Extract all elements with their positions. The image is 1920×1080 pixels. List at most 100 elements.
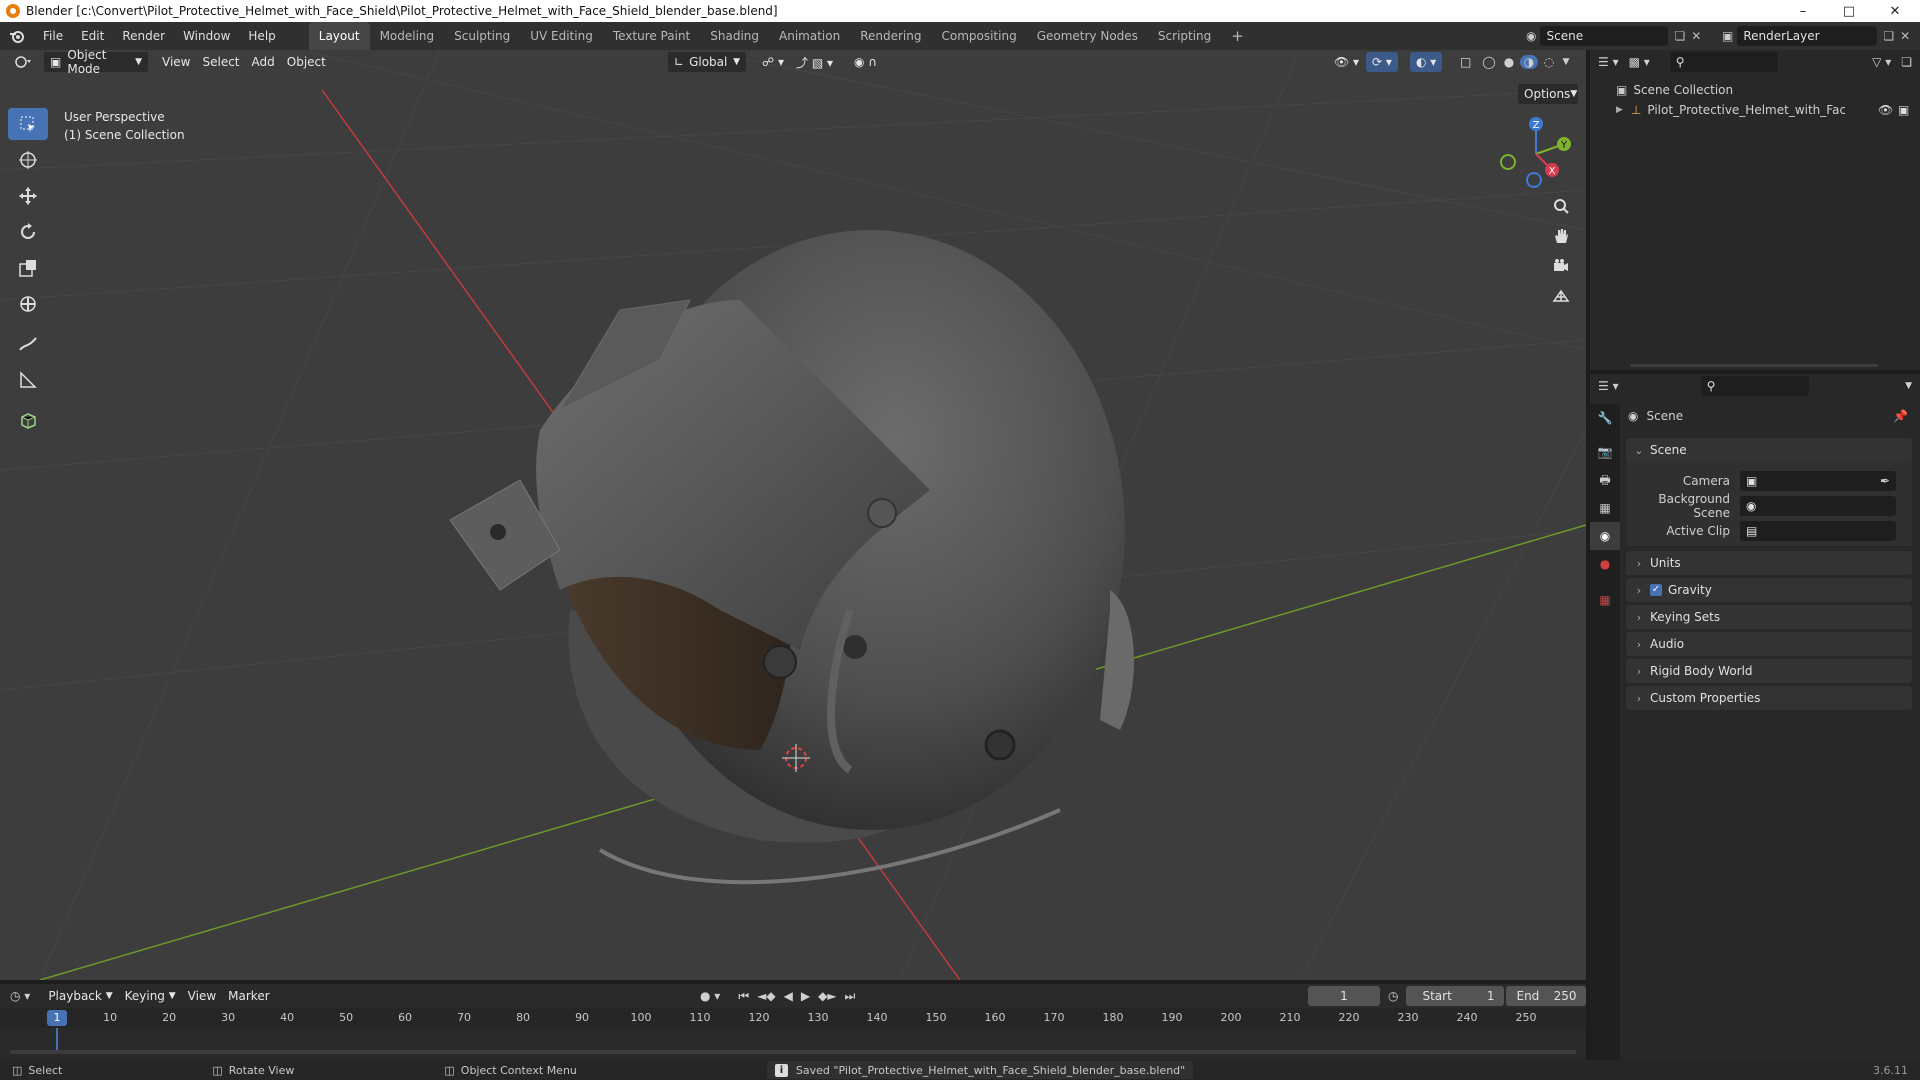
record-icon[interactable]: ● ▾ <box>700 989 720 1003</box>
rendered-shading-icon[interactable]: ◌ <box>1540 55 1558 69</box>
xray-toggle-icon[interactable]: □ <box>1454 52 1477 72</box>
editor-type-icon[interactable] <box>8 52 38 72</box>
panel-keying-sets[interactable]: › Keying Sets <box>1626 605 1912 629</box>
timeline-scrollbar[interactable] <box>10 1050 1576 1054</box>
clock-icon[interactable]: ◷ <box>1388 989 1398 1003</box>
delete-render-layer-icon[interactable]: ✕ <box>1900 29 1910 43</box>
play-reverse-icon[interactable]: ◀ <box>784 989 793 1003</box>
camera-view-icon[interactable] <box>1546 252 1576 280</box>
mode-dropdown[interactable]: ▣ Object Mode ▼ <box>44 48 148 76</box>
pin-icon[interactable]: 📌 <box>1893 409 1908 423</box>
tab-sculpting[interactable]: Sculpting <box>444 22 520 50</box>
select-menu[interactable]: Select <box>196 52 245 72</box>
eyedropper-icon[interactable]: ✒ <box>1880 474 1890 488</box>
panel-scene[interactable]: ⌄ Scene <box>1626 438 1912 462</box>
object-menu[interactable]: Object <box>281 52 332 72</box>
menu-file[interactable]: File <box>34 22 72 50</box>
prev-keyframe-icon[interactable]: ◄◆ <box>757 989 775 1003</box>
ortho-grid-icon[interactable] <box>1546 282 1576 310</box>
render-layer-field[interactable]: RenderLayer <box>1737 26 1878 46</box>
timeline-view-menu[interactable]: View <box>182 986 222 1006</box>
tab-shading[interactable]: Shading <box>700 22 769 50</box>
camera-render-icon[interactable]: ▣ <box>1898 103 1909 117</box>
snap-icon[interactable]: ⤴ ▧ ▾ <box>790 52 839 72</box>
3d-viewport[interactable]: User Perspective (1) Scene Collection Z … <box>0 50 1586 980</box>
tab-layout[interactable]: Layout <box>308 22 370 50</box>
play-icon[interactable]: ▶ <box>801 989 810 1003</box>
jump-start-icon[interactable]: ⏮ <box>738 989 749 1004</box>
output-tab-icon[interactable]: 🖶 <box>1590 466 1620 494</box>
add-cube-tool[interactable] <box>8 404 48 436</box>
menu-edit[interactable]: Edit <box>72 22 113 50</box>
tab-uv-editing[interactable]: UV Editing <box>520 22 603 50</box>
panel-custom-properties[interactable]: › Custom Properties <box>1626 686 1912 710</box>
filter-icon[interactable]: ▽ ▾ <box>1872 55 1891 69</box>
jump-end-icon[interactable]: ⏭ <box>845 989 856 1004</box>
camera-field[interactable]: ▣ ✒ <box>1740 471 1896 491</box>
marker-menu[interactable]: Marker <box>222 986 275 1006</box>
visibility-icon[interactable]: 👁 ▾ <box>1328 52 1365 72</box>
zoom-icon[interactable] <box>1546 192 1576 220</box>
tab-geometry-nodes[interactable]: Geometry Nodes <box>1027 22 1148 50</box>
panel-units[interactable]: › Units <box>1626 551 1912 575</box>
add-workspace-button[interactable]: + <box>1221 22 1254 50</box>
render-tab-icon[interactable]: 📷 <box>1590 438 1620 466</box>
navigation-gizmo[interactable]: Z Y X <box>1496 114 1576 194</box>
wireframe-shading-icon[interactable]: ◯ <box>1480 55 1498 69</box>
transform-orientation-dropdown[interactable]: ∟ Global ▼ <box>668 52 746 72</box>
tab-rendering[interactable]: Rendering <box>850 22 931 50</box>
panel-gravity[interactable]: › ✓ Gravity <box>1626 578 1912 602</box>
world-tab-icon[interactable]: ● <box>1590 550 1620 578</box>
scene-tab-icon[interactable]: ◉ <box>1590 522 1620 550</box>
options-dropdown[interactable]: Options ▼ <box>1518 84 1578 104</box>
view-layer-tab-icon[interactable]: ▦ <box>1590 494 1620 522</box>
texture-tab-icon[interactable]: ▦ <box>1590 586 1620 614</box>
menu-render[interactable]: Render <box>113 22 174 50</box>
active-clip-field[interactable]: ▤ <box>1740 521 1896 541</box>
keying-menu[interactable]: Keying ▼ <box>119 986 182 1006</box>
tab-scripting[interactable]: Scripting <box>1148 22 1221 50</box>
rotate-tool[interactable] <box>8 216 48 248</box>
frame-ruler[interactable]: 10 20 30 40 50 60 70 80 90 100 110 120 130 140 150 160 1… <box>0 1008 1586 1028</box>
annotate-tool[interactable] <box>8 328 48 360</box>
delete-scene-icon[interactable]: ✕ <box>1691 29 1701 43</box>
menu-help[interactable]: Help <box>239 22 284 50</box>
eye-visibility-icon[interactable]: 👁 <box>1878 103 1893 117</box>
tab-compositing[interactable]: Compositing <box>931 22 1026 50</box>
chevron-down-icon[interactable]: ▼ <box>1905 381 1912 391</box>
pivot-point-icon[interactable]: ☍ ▾ <box>756 52 790 72</box>
playback-menu[interactable]: Playback ▼ <box>42 986 118 1006</box>
properties-search-field[interactable]: ⚲ <box>1700 376 1809 396</box>
tab-animation[interactable]: Animation <box>769 22 850 50</box>
material-shading-icon[interactable]: ◑ <box>1520 55 1538 69</box>
panel-audio[interactable]: › Audio <box>1626 632 1912 656</box>
tab-modeling[interactable]: Modeling <box>370 22 445 50</box>
minimize-button[interactable]: – <box>1780 0 1826 22</box>
select-box-tool[interactable] <box>8 108 48 140</box>
gravity-checkbox[interactable]: ✓ <box>1650 584 1662 596</box>
outliner-row-scene-collection[interactable]: ▣ Scene Collection <box>1590 80 1920 100</box>
overlays-toggle-icon[interactable]: ◐ ▾ <box>1410 52 1443 72</box>
maximize-button[interactable]: □ <box>1826 0 1872 22</box>
transform-tool[interactable] <box>8 288 48 320</box>
outliner-row-helmet[interactable]: ▶ ⊥ Pilot_Protective_Helmet_with_Face_Sh… <box>1590 100 1920 120</box>
chevron-down-icon[interactable]: ▼ <box>1560 57 1572 67</box>
cursor-tool[interactable] <box>8 144 48 176</box>
blender-menu-icon[interactable] <box>0 29 34 43</box>
new-scene-icon[interactable]: ❏ <box>1674 29 1685 43</box>
render-layer-selector[interactable]: ▣ RenderLayer ❏ ✕ <box>1722 26 1910 46</box>
measure-tool[interactable] <box>8 364 48 396</box>
new-render-layer-icon[interactable]: ❏ <box>1883 29 1894 43</box>
scene-selector[interactable]: ◉ Scene ❏ ✕ <box>1526 26 1701 46</box>
proportional-edit-icon[interactable]: ◉ ∩ <box>848 52 883 72</box>
close-button[interactable]: ✕ <box>1872 0 1918 22</box>
new-collection-icon[interactable]: ❏ <box>1901 55 1912 69</box>
timeline-editor-icon[interactable]: ◷ ▾ <box>10 989 30 1003</box>
display-mode-icon[interactable]: ▩ ▾ <box>1629 55 1650 69</box>
properties-editor-icon[interactable]: ☰ ▾ <box>1598 379 1619 393</box>
outliner-search-field[interactable]: ⚲ <box>1669 52 1778 72</box>
status-report[interactable]: i Saved "Pilot_Protective_Helmet_with_Fa… <box>766 1061 1194 1079</box>
pan-hand-icon[interactable] <box>1546 222 1576 250</box>
next-keyframe-icon[interactable]: ◆► <box>818 989 836 1003</box>
view-menu[interactable]: View <box>156 52 196 72</box>
